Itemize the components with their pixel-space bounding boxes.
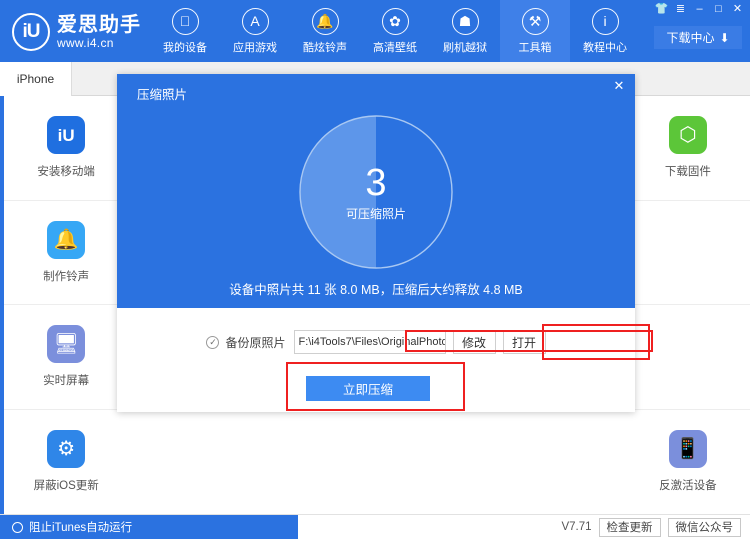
nav-item-label: 应用游戏 bbox=[233, 41, 277, 54]
flower-icon: ✿ bbox=[381, 7, 409, 35]
i4-logo-icon: iU bbox=[12, 13, 50, 51]
tool-cell-label: 制作铃声 bbox=[43, 270, 90, 283]
nav-item-6[interactable]: i 教程中心 bbox=[570, 0, 640, 62]
tool-cell-empty bbox=[501, 410, 625, 515]
backup-original-checkbox[interactable]: ✓ bbox=[206, 335, 220, 349]
close-icon[interactable]: ✕ bbox=[729, 2, 746, 17]
nav-item-label: 高清壁纸 bbox=[373, 41, 417, 54]
minimize-icon[interactable]: – bbox=[691, 2, 708, 17]
app-window: iU 爱思助手 www.i4.cn  我的设备 A 应用游戏 🔔 酷炫铃声 ✿ 高清壁纸 ☗ 刷… bbox=[0, 0, 750, 539]
annotation-box-lower-region bbox=[405, 330, 653, 352]
tool-cell[interactable]: 📱 反激活设备 bbox=[626, 410, 750, 515]
compressible-ring-gauge: 3 可压缩照片 bbox=[298, 114, 454, 270]
compressible-count: 3 bbox=[365, 161, 387, 204]
i4-app-icon: iU bbox=[47, 116, 86, 155]
radio-icon[interactable] bbox=[12, 521, 23, 533]
nav-item-label: 刷机越狱 bbox=[443, 41, 487, 54]
bell-plus-icon: 🔔 bbox=[47, 220, 86, 259]
block-itunes-toggle[interactable]: 阻止iTunes自动运行 bbox=[0, 514, 298, 539]
photo-summary-text: 设备中照片共 11 张 8.0 MB，压缩后大约释放 4.8 MB bbox=[229, 283, 523, 297]
tool-cell-label: 实时屏幕 bbox=[43, 375, 90, 388]
block-itunes-label: 阻止iTunes自动运行 bbox=[29, 522, 133, 534]
apple-icon:  bbox=[171, 7, 199, 35]
tool-cell-empty bbox=[625, 201, 750, 305]
tool-cell[interactable]: 🔔 制作铃声 bbox=[4, 201, 129, 305]
nav-item-label: 教程中心 bbox=[583, 41, 627, 54]
dialog-title: 压缩照片 bbox=[137, 88, 188, 102]
status-bar: 阻止iTunes自动运行 V7.71 检查更新 微信公众号 bbox=[0, 514, 750, 539]
wrench-icon: ⚒ bbox=[521, 7, 549, 35]
appstore-icon: A bbox=[241, 7, 269, 35]
menu-icon[interactable]: ≣ bbox=[672, 2, 689, 17]
compressible-caption: 可压缩照片 bbox=[345, 206, 406, 221]
status-bar-right: V7.71 检查更新 微信公众号 bbox=[298, 517, 750, 537]
check-update-button[interactable]: 检查更新 bbox=[598, 517, 661, 537]
app-header: iU 爱思助手 www.i4.cn  我的设备 A 应用游戏 🔔 酷炫铃声 ✿ 高清壁纸 ☗ 刷… bbox=[0, 0, 750, 62]
tool-cell-empty bbox=[253, 410, 377, 515]
nav-item-label: 我的设备 bbox=[163, 41, 207, 54]
nav-item-5[interactable]: ⚒ 工具箱 bbox=[500, 0, 570, 62]
brand-name: 爱思助手 bbox=[57, 13, 141, 36]
tool-cell-empty bbox=[128, 410, 252, 515]
tool-cell-label: 屏蔽iOS更新 bbox=[33, 480, 99, 493]
backup-original-label: 备份原照片 bbox=[225, 335, 286, 350]
dialog-hero-panel: 压缩照片 ✕ 3 可压缩照片 设备中照片共 11 张 8.0 MB，压缩后大约释… bbox=[117, 74, 635, 308]
bell-icon: 🔔 bbox=[311, 7, 339, 35]
nav-item-2[interactable]: 🔔 酷炫铃声 bbox=[290, 0, 360, 62]
brand-text: 爱思助手 www.i4.cn bbox=[57, 13, 141, 50]
gear-block-icon: ⚙ bbox=[47, 430, 86, 469]
nav-item-4[interactable]: ☗ 刷机越狱 bbox=[430, 0, 500, 62]
tool-cell-label: 下载固件 bbox=[664, 166, 711, 179]
phone-deactivate-icon: 📱 bbox=[668, 430, 707, 469]
window-controls: 👕 ≣ – □ ✕ bbox=[653, 2, 746, 17]
tool-cell-empty bbox=[377, 410, 501, 515]
tool-cell-label: 反激活设备 bbox=[659, 480, 717, 493]
tool-cell-label: 安装移动端 bbox=[37, 166, 95, 179]
nav-item-label: 工具箱 bbox=[518, 41, 552, 54]
tool-cell[interactable]: ⬡ 下载固件 bbox=[625, 96, 750, 201]
nav-item-1[interactable]: A 应用游戏 bbox=[220, 0, 290, 62]
version-label: V7.71 bbox=[561, 521, 592, 533]
monitor-icon: 🖥 bbox=[47, 325, 86, 364]
tab-iphone[interactable]: iPhone bbox=[0, 62, 72, 96]
close-icon[interactable]: ✕ bbox=[609, 77, 629, 95]
download-arrow-icon: ⬇ bbox=[719, 30, 730, 45]
annotation-box-compress-button bbox=[286, 362, 465, 411]
main-nav:  我的设备 A 应用游戏 🔔 酷炫铃声 ✿ 高清壁纸 ☗ 刷机越狱 ⚒ 工具箱 i 教程中心 bbox=[150, 0, 640, 62]
tool-cell[interactable]: ⚙ 屏蔽iOS更新 bbox=[4, 410, 128, 515]
skin-icon[interactable]: 👕 bbox=[653, 2, 670, 17]
cube-icon: ⬡ bbox=[668, 116, 707, 155]
box-open-icon: ☗ bbox=[451, 7, 479, 35]
nav-item-label: 酷炫铃声 bbox=[303, 41, 347, 54]
wechat-official-button[interactable]: 微信公众号 bbox=[667, 517, 741, 537]
brand-url: www.i4.cn bbox=[57, 35, 114, 50]
download-center-label: 下载中心 bbox=[666, 31, 715, 45]
download-center-button[interactable]: 下载中心 ⬇ bbox=[654, 26, 742, 49]
compress-photos-dialog: 压缩照片 ✕ 3 可压缩照片 设备中照片共 11 张 8.0 MB，压缩后大约释… bbox=[117, 74, 650, 412]
tool-cell[interactable]: iU 安装移动端 bbox=[4, 96, 129, 201]
ring-center-text: 3 可压缩照片 bbox=[298, 114, 454, 270]
nav-item-3[interactable]: ✿ 高清壁纸 bbox=[360, 0, 430, 62]
maximize-icon[interactable]: □ bbox=[710, 2, 727, 17]
tool-cell[interactable]: 🖥 实时屏幕 bbox=[4, 305, 129, 410]
info-icon: i bbox=[591, 7, 619, 35]
nav-item-0[interactable]:  我的设备 bbox=[150, 0, 220, 62]
brand-logo[interactable]: iU 爱思助手 www.i4.cn bbox=[12, 13, 141, 51]
